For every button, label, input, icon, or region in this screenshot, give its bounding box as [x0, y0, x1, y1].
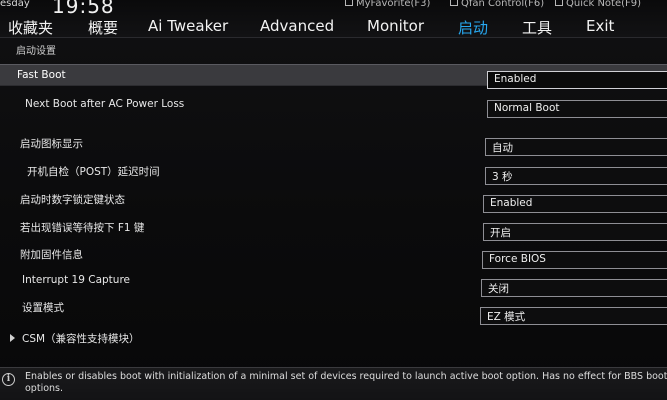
post-delay-select[interactable]: 3 秒 [485, 167, 667, 185]
hotkey-myfavorite[interactable]: MyFavorite(F3) [345, 0, 430, 9]
setting-label: 启动时数字锁定键状态 [20, 194, 125, 206]
tab-advanced[interactable]: Advanced [260, 17, 334, 35]
numlock-select[interactable]: Enabled [483, 195, 667, 213]
setting-label: Fast Boot [17, 69, 66, 81]
tab-tools[interactable]: 工具 [522, 17, 552, 38]
wait-f1-select[interactable]: 开启 [483, 223, 667, 241]
setting-row-next-boot[interactable]: Next Boot after AC Power Loss Normal Boo… [0, 94, 667, 118]
chevron-right-icon [10, 334, 15, 342]
boot-logo-select[interactable]: 自动 [485, 138, 667, 156]
tab-monitor[interactable]: Monitor [367, 17, 424, 35]
section-title: 启动设置 [16, 46, 56, 57]
tab-ai-tweaker[interactable]: Ai Tweaker [148, 17, 228, 35]
submenu-label: CSM（兼容性支持模块） [22, 333, 140, 345]
setting-row-numlock[interactable]: 启动时数字锁定键状态 Enabled [0, 189, 667, 213]
setting-row-fast-boot[interactable]: Fast Boot Enabled [0, 64, 667, 89]
setting-row-option-rom[interactable]: 附加固件信息 Force BIOS [0, 244, 667, 269]
setting-label: 若出现错误等待按下 F1 键 [20, 222, 145, 234]
tab-exit[interactable]: Exit [586, 17, 614, 35]
next-boot-select[interactable]: Normal Boot [487, 100, 667, 118]
tab-favorites[interactable]: 收藏夹 [8, 17, 53, 38]
setting-row-post-delay[interactable]: 开机自检（POST）延迟时间 3 秒 [0, 160, 667, 185]
hotkey-qfan-label: Qfan Control(F6) [461, 0, 545, 9]
setup-mode-select[interactable]: EZ 模式 [480, 307, 667, 325]
submenu-csm[interactable]: CSM（兼容性支持模块） [0, 328, 667, 350]
setting-label: 启动图标显示 [20, 138, 83, 150]
help-text: Enables or disables boot with initializa… [25, 371, 667, 394]
setting-row-boot-logo[interactable]: 启动图标显示 自动 [0, 132, 667, 156]
star-icon [345, 0, 353, 6]
setting-row-interrupt19[interactable]: Interrupt 19 Capture 关闭 [0, 272, 667, 297]
interrupt19-select[interactable]: 关闭 [481, 279, 667, 297]
bios-screen: esday 19:58 MyFavorite(F3) Qfan Control(… [0, 0, 667, 400]
setting-label: Next Boot after AC Power Loss [25, 98, 185, 110]
setting-label: 附加固件信息 [20, 249, 83, 261]
setting-row-wait-f1[interactable]: 若出现错误等待按下 F1 键 开启 [0, 217, 667, 241]
setting-row-setup-mode[interactable]: 设置模式 EZ 模式 [0, 298, 667, 325]
setting-label: 设置模式 [22, 302, 64, 314]
fan-icon [450, 0, 458, 6]
help-bar: i Enables or disables boot with initiali… [0, 367, 667, 400]
setting-label: 开机自检（POST）延迟时间 [27, 166, 160, 178]
option-rom-select[interactable]: Force BIOS [482, 251, 667, 269]
clock: 19:58 [52, 0, 115, 18]
fast-boot-select[interactable]: Enabled [487, 71, 667, 89]
hotkey-myfavorite-label: MyFavorite(F3) [356, 0, 431, 9]
day-label: esday [0, 0, 30, 9]
setting-label: Interrupt 19 Capture [22, 274, 130, 286]
tab-overview[interactable]: 概要 [88, 17, 118, 38]
hotkey-quicknote-label: Quick Note(F9) [566, 0, 642, 9]
top-bar: esday 19:58 MyFavorite(F3) Qfan Control(… [0, 0, 667, 38]
hotkey-qfan[interactable]: Qfan Control(F6) [450, 0, 544, 9]
info-icon: i [2, 373, 15, 386]
note-icon [555, 0, 563, 6]
tab-boot[interactable]: 启动 [458, 17, 488, 38]
hotkey-quicknote[interactable]: Quick Note(F9) [555, 0, 641, 9]
